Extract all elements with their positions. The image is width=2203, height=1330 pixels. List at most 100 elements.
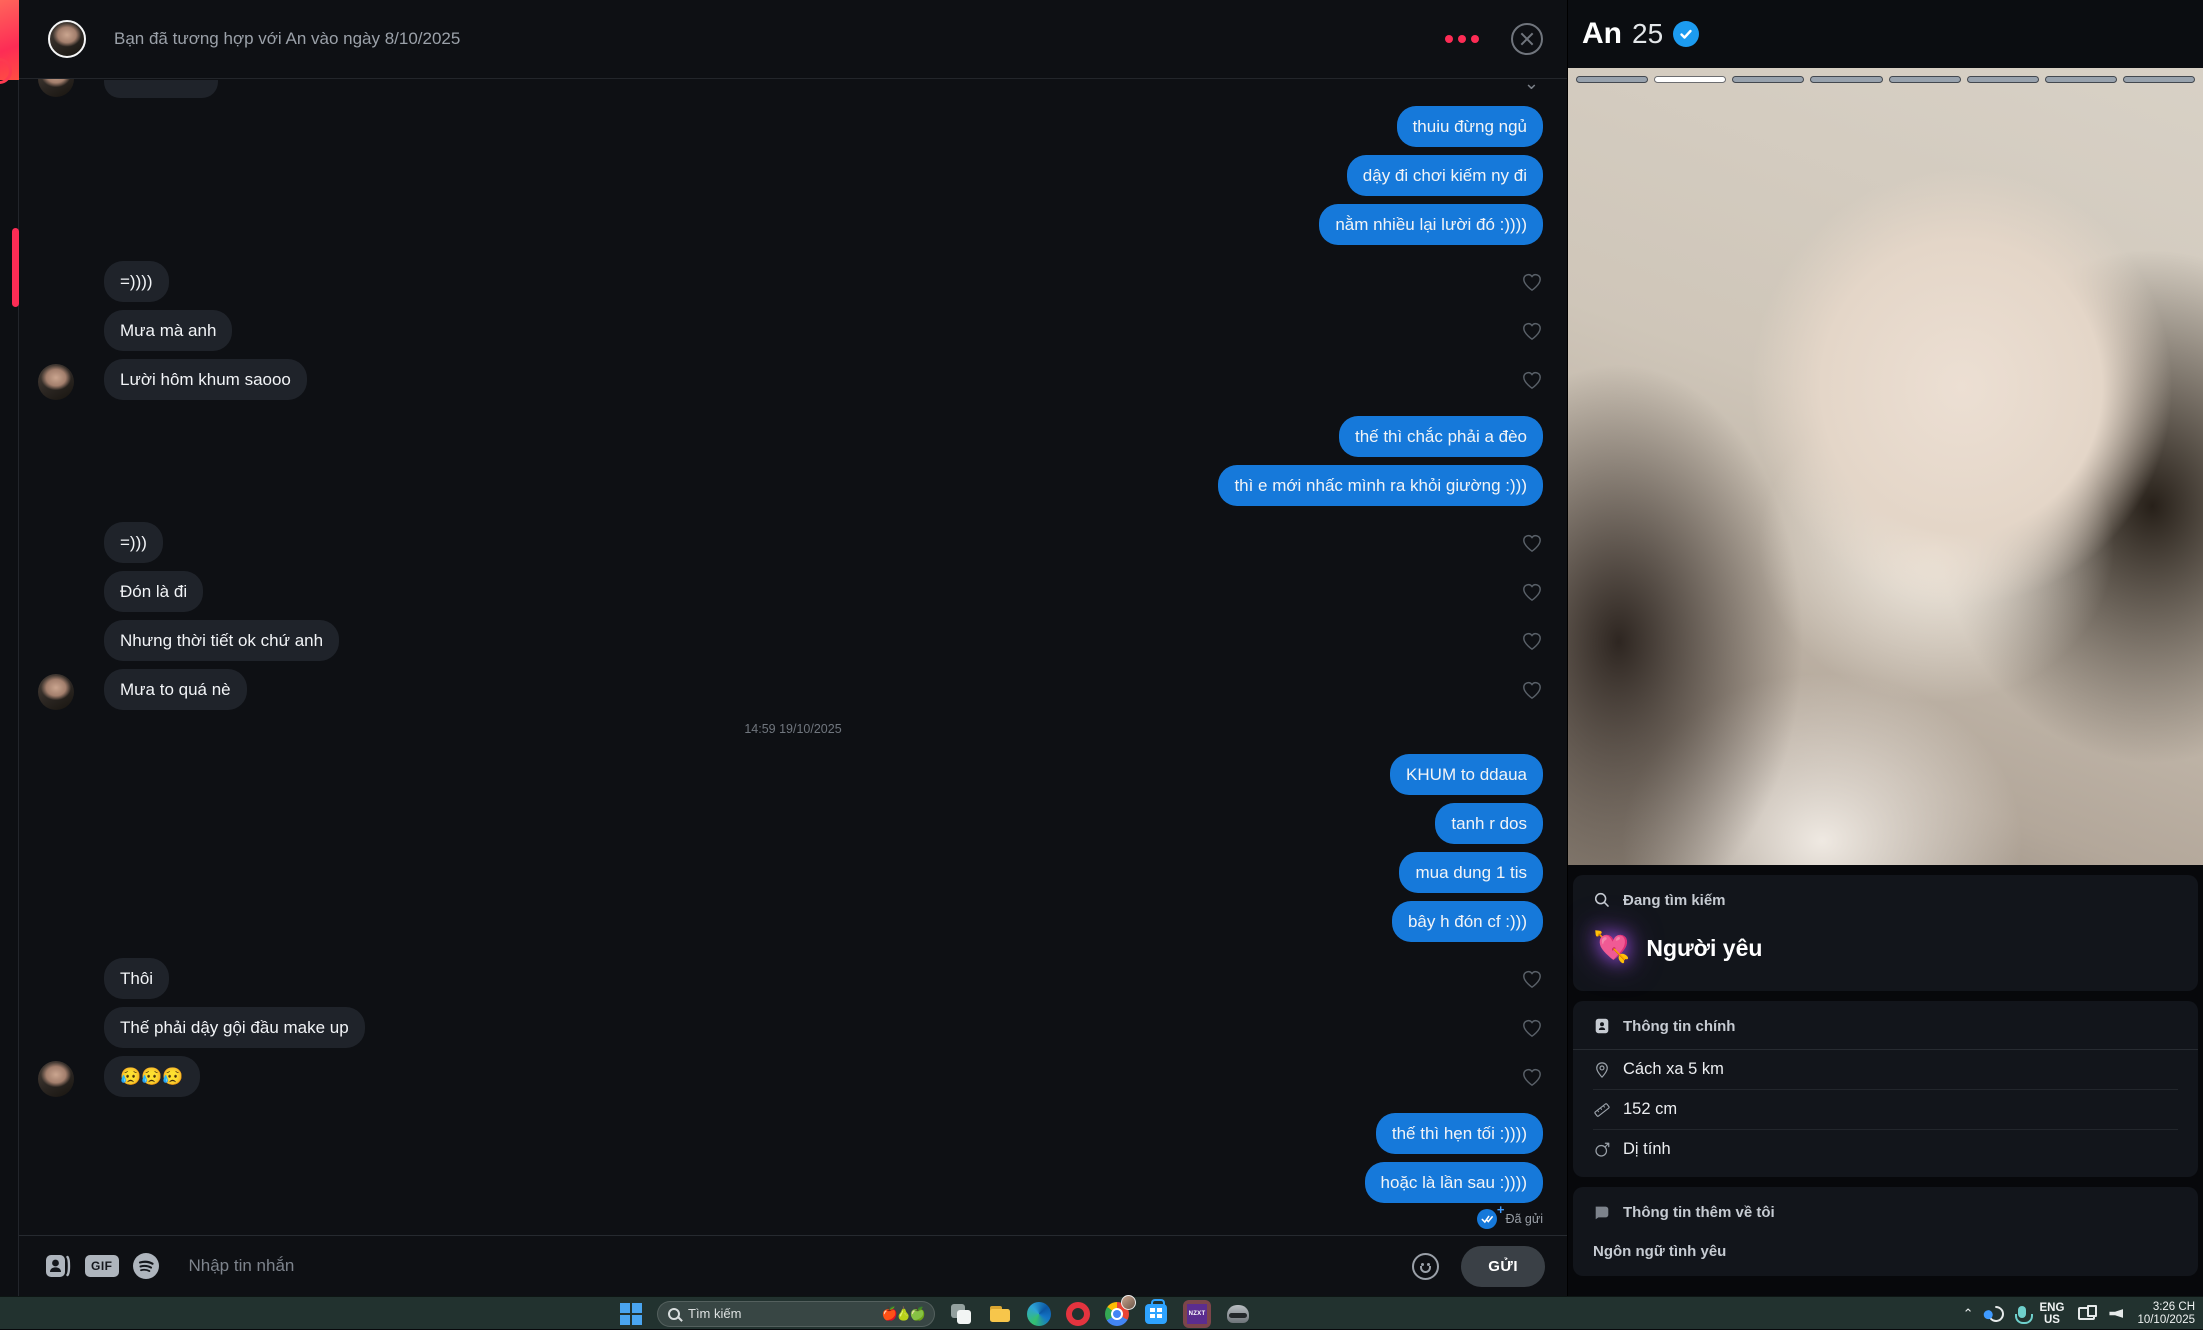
contact-card-icon[interactable] — [45, 1253, 71, 1279]
match-avatar-small[interactable] — [38, 674, 74, 710]
like-message-heart-icon[interactable] — [1521, 680, 1543, 700]
taskbar-search[interactable]: Tìm kiếm 🍎🍐🍏 — [657, 1301, 935, 1327]
chat-header: Bạn đã tương hợp với An vào ngày 8/10/20… — [19, 0, 1567, 79]
sidebar-scroll-indicator[interactable] — [12, 228, 19, 307]
message-bubble[interactable]: Thế phải dậy gội đầu make up — [104, 1007, 365, 1048]
message-bubble[interactable]: Mưa mà anh — [104, 310, 232, 351]
taskbar-clock[interactable]: 3:26 CH 10/10/2025 — [2137, 1301, 2195, 1327]
close-chat-icon[interactable] — [1511, 23, 1543, 55]
message-bubble[interactable]: Đón là đi — [104, 571, 203, 612]
like-message-heart-icon[interactable] — [1521, 969, 1543, 989]
like-message-heart-icon[interactable] — [1521, 631, 1543, 651]
emoji-picker-icon[interactable] — [1412, 1253, 1439, 1280]
received-message-row: Lười hôm khum saooo — [19, 359, 1567, 400]
message-bubble[interactable]: hoặc là lần sau :)))) — [1365, 1162, 1543, 1203]
received-message-row: =))) — [19, 522, 1567, 563]
more-options-icon[interactable] — [1445, 35, 1479, 43]
message-bubble[interactable]: thế thì hẹn tối :)))) — [1376, 1113, 1543, 1154]
profile-photo[interactable] — [1568, 68, 2203, 865]
photo-progress-segment[interactable] — [1967, 76, 2039, 83]
tray-chevron-up-icon[interactable]: ⌃ — [1963, 1306, 1974, 1322]
message-bubble[interactable]: thì e mới nhấc mình ra khỏi giường :))) — [1218, 465, 1543, 506]
like-message-heart-icon[interactable] — [1521, 533, 1543, 553]
orientation-icon — [1593, 1141, 1611, 1159]
send-button[interactable]: GỬI — [1461, 1246, 1545, 1287]
chevron-down-icon[interactable]: ⌄ — [1524, 79, 1539, 94]
message-bubble[interactable]: =)))) — [104, 261, 169, 302]
match-avatar-small[interactable] — [38, 1061, 74, 1097]
like-message-heart-icon[interactable] — [1521, 370, 1543, 390]
pubg-icon[interactable] — [1225, 1301, 1251, 1327]
looking-for-label: Đang tìm kiếm — [1623, 892, 1726, 909]
message-bubble[interactable]: tanh r dos — [1435, 803, 1543, 844]
like-message-heart-icon[interactable] — [1521, 272, 1543, 292]
message-bubble[interactable]: mua dung 1 tis — [1399, 852, 1543, 893]
message-bubble[interactable]: dậy đi chơi kiếm ny đi — [1347, 155, 1543, 196]
sent-message-row: thế thì hẹn tối :)))) — [19, 1113, 1567, 1154]
like-message-heart-icon[interactable] — [1521, 321, 1543, 341]
chat-timestamp: 14:59 19/10/2025 — [19, 710, 1567, 746]
edge-browser-icon[interactable] — [1026, 1301, 1052, 1327]
message-bubble[interactable]: thuiu đừng ngủ — [1397, 106, 1543, 147]
microphone-icon[interactable] — [2018, 1306, 2026, 1318]
microsoft-store-icon[interactable] — [1143, 1301, 1169, 1327]
received-message-row: =)))) — [19, 261, 1567, 302]
like-message-heart-icon[interactable] — [1521, 1067, 1543, 1087]
match-avatar[interactable] — [48, 20, 86, 58]
task-view-button[interactable] — [948, 1301, 974, 1327]
message-input[interactable] — [189, 1256, 1399, 1276]
network-display-icon[interactable] — [2078, 1307, 2095, 1320]
update-sync-icon[interactable] — [1984, 1302, 2007, 1325]
sent-status-text: Đã gửi — [1505, 1212, 1543, 1226]
match-banner-text: Bạn đã tương hợp với An vào ngày 8/10/20… — [114, 29, 460, 49]
message-bubble[interactable]: =))) — [104, 522, 163, 563]
photo-progress-segment[interactable] — [1732, 76, 1804, 83]
received-message-row: Đón là đi — [19, 571, 1567, 612]
app-window: Bạn đã tương hợp với An vào ngày 8/10/20… — [0, 0, 2203, 1296]
message-bubble[interactable]: Mưa to quá nè — [104, 669, 247, 710]
nzxt-cam-icon[interactable]: NZXT — [1182, 1301, 1212, 1327]
message-bubble[interactable]: thế thì chắc phải a đèo — [1339, 416, 1543, 457]
love-language-row: Ngôn ngữ tình yêu — [1593, 1243, 2178, 1260]
speaker-icon[interactable] — [2109, 1309, 2123, 1318]
language-switcher[interactable]: ENG US — [2040, 1302, 2065, 1326]
windows-start-button[interactable] — [618, 1301, 644, 1327]
chrome-browser-icon[interactable] — [1104, 1301, 1130, 1327]
received-message-row: Mưa to quá nè — [19, 669, 1567, 710]
message-bubble[interactable]: nằm nhiều lại lười đó :)))) — [1319, 204, 1543, 245]
like-message-heart-icon[interactable] — [1521, 1018, 1543, 1038]
gif-button[interactable]: GIF — [85, 1255, 119, 1277]
message-bubble[interactable]: Thôi — [104, 958, 169, 999]
spotify-icon[interactable] — [133, 1253, 159, 1279]
more-info-card: Thông tin thêm về tôi Ngôn ngữ tình yêu — [1573, 1187, 2198, 1276]
opera-browser-icon[interactable] — [1065, 1301, 1091, 1327]
photo-progress-segment[interactable] — [1810, 76, 1882, 83]
message-bubble[interactable]: bây h đón cf :))) — [1392, 901, 1543, 942]
message-composer: GIF GỬI — [19, 1235, 1567, 1296]
photo-progress-bars[interactable] — [1576, 76, 2195, 83]
delivered-badge-icon: + — [1477, 1209, 1497, 1229]
profile-name: An — [1582, 17, 1622, 51]
location-pin-icon — [1593, 1061, 1611, 1079]
message-bubble[interactable]: Lười hôm khum saooo — [104, 359, 307, 400]
left-edge-sidebar — [0, 0, 19, 1296]
photo-progress-segment[interactable] — [2045, 76, 2117, 83]
file-explorer-icon[interactable] — [987, 1301, 1013, 1327]
message-list[interactable]: ⌄ thuiu đừng ngủ dậy đi chơi kiếm ny đi nằ… — [19, 79, 1567, 1235]
profile-info-text: 152 cm — [1623, 1100, 1677, 1119]
photo-progress-segment[interactable] — [2123, 76, 2195, 83]
profile-info-row: 152 cm — [1593, 1090, 2178, 1130]
message-bubble[interactable]: KHUM to ddaua — [1390, 754, 1543, 795]
profile-info-row: Cách xa 5 km — [1593, 1050, 2178, 1090]
photo-progress-segment[interactable] — [1576, 76, 1648, 83]
photo-progress-segment[interactable] — [1654, 76, 1726, 83]
sent-message-row: dậy đi chơi kiếm ny đi — [19, 155, 1567, 196]
match-avatar-small[interactable] — [38, 364, 74, 400]
heart-arrow-emoji: 💘 — [1593, 931, 1630, 965]
profile-panel: An 25 Đang tìm kiếm 💘 Người yêu Thông ti… — [1567, 0, 2203, 1296]
photo-progress-segment[interactable] — [1889, 76, 1961, 83]
message-bubble[interactable]: 😥😥😥 — [104, 1056, 200, 1097]
message-bubble[interactable]: Nhưng thời tiết ok chứ anh — [104, 620, 339, 661]
like-message-heart-icon[interactable] — [1521, 582, 1543, 602]
main-info-card: Thông tin chính Cách xa 5 km152 cmDị tín… — [1573, 1001, 2198, 1177]
